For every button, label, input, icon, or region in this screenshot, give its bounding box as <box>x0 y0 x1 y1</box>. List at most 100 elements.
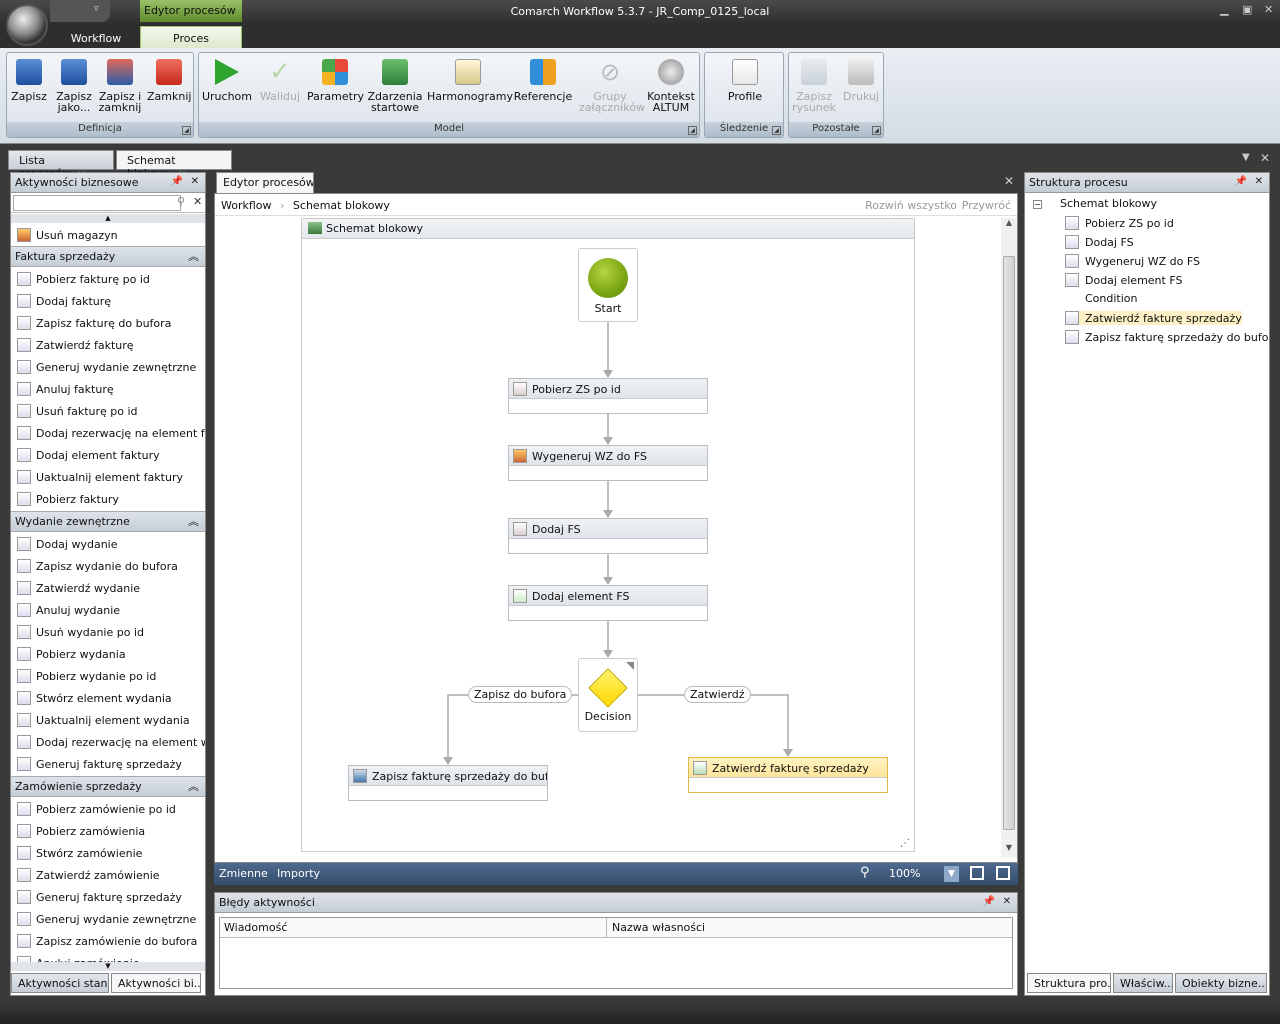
list-item[interactable]: Zapisz zamówienie do bufora <box>17 931 205 951</box>
list-item[interactable]: Pobierz wydania <box>17 644 205 664</box>
list-item[interactable]: Dodaj rezerwację na element wydania <box>17 732 205 752</box>
editor-scrollbar[interactable]: ▲ ▼ <box>1001 218 1017 858</box>
flow-node-zapisz-fakture-bufor[interactable]: Zapisz fakturę sprzedaży do bufora <box>348 765 548 801</box>
editor-tab[interactable]: Edytor procesów <box>216 172 314 193</box>
tree-root[interactable]: − Schemat blokowy <box>1033 197 1157 210</box>
minimize-icon[interactable]: ▁ <box>1220 3 1228 16</box>
branch-label-right[interactable]: Zatwierdź <box>684 686 751 703</box>
flow-node-dodaj-fs[interactable]: Dodaj FS <box>508 518 708 554</box>
category-header[interactable]: Wydanie zewnętrzne ︽ <box>11 511 205 532</box>
list-item[interactable]: Usuń magazyn <box>17 225 205 245</box>
tab-properties[interactable]: Właściw... <box>1113 973 1173 993</box>
tree-item[interactable]: Zapisz fakturę sprzedaży do bufora <box>1065 330 1269 344</box>
list-item[interactable]: Zapisz wydanie do bufora <box>17 556 205 576</box>
pin-icon[interactable]: 📌 <box>1235 176 1247 187</box>
collapse-category-icon[interactable]: ︽ <box>188 778 199 794</box>
imports-button[interactable]: Importy <box>277 867 320 880</box>
close-icon[interactable]: ✕ <box>1255 176 1263 187</box>
list-item[interactable]: Uaktualnij element wydania <box>17 710 205 730</box>
maximize-icon[interactable]: ▣ <box>1242 3 1252 16</box>
save-close-button[interactable]: Zapisz i zamknij <box>97 59 143 113</box>
list-item[interactable]: Generuj fakturę sprzedaży <box>17 887 205 907</box>
list-item[interactable]: Anuluj fakturę <box>17 379 205 399</box>
save-as-button[interactable]: Zapisz jako... <box>53 59 95 113</box>
pin-icon[interactable]: 📌 <box>983 896 995 907</box>
list-item[interactable]: Generuj wydanie zewnętrzne <box>17 357 205 377</box>
parameters-button[interactable]: Parametry <box>307 59 364 102</box>
scroll-up-icon[interactable]: ▲ <box>1001 218 1017 227</box>
pin-icon[interactable]: 📌 <box>171 176 183 187</box>
list-item[interactable]: Zatwierdź zamówienie <box>17 865 205 885</box>
save-button[interactable]: Zapisz <box>9 59 49 102</box>
list-item[interactable]: Zatwierdź wydanie <box>17 578 205 598</box>
tree-item[interactable]: Dodaj FS <box>1065 235 1134 249</box>
doc-tab-lista-procesow[interactable]: Lista procesów✕ <box>8 150 114 180</box>
list-item[interactable]: Pobierz wydanie po id <box>17 666 205 686</box>
list-item[interactable]: Pobierz faktury <box>17 489 205 509</box>
collapse-category-icon[interactable]: ︽ <box>188 248 199 264</box>
category-header[interactable]: Faktura sprzedaży ︽ <box>11 246 205 267</box>
close-window-icon[interactable]: ✕ <box>1264 3 1273 16</box>
start-node[interactable]: Start <box>578 248 638 322</box>
list-item[interactable]: Pobierz zamówienie po id <box>17 799 205 819</box>
list-item[interactable]: Stwórz element wydania <box>17 688 205 708</box>
list-item[interactable]: Anuluj wydanie <box>17 600 205 620</box>
branch-label-left[interactable]: Zapisz do bufora <box>468 686 573 703</box>
zoom-dropdown-icon[interactable]: ▼ <box>944 866 959 882</box>
overview-icon[interactable] <box>996 866 1010 880</box>
references-button[interactable]: Referencje <box>511 59 575 102</box>
group-launcher-icon[interactable]: ◢ <box>872 126 881 135</box>
tab-list-dropdown-icon[interactable]: ▼ <box>1242 152 1250 163</box>
group-launcher-icon[interactable]: ◢ <box>772 126 781 135</box>
altum-context-button[interactable]: Kontekst ALTUM <box>643 59 699 113</box>
list-item[interactable]: Dodaj fakturę <box>17 291 205 311</box>
fit-to-screen-icon[interactable] <box>970 866 984 880</box>
search-input[interactable] <box>13 195 181 211</box>
list-item[interactable]: Uaktualnij element faktury <box>17 467 205 487</box>
flow-node-pobierz-zs[interactable]: Pobierz ZS po id <box>508 378 708 414</box>
flow-node-wygeneruj-wz[interactable]: Wygeneruj WZ do FS <box>508 445 708 481</box>
list-item[interactable]: Generuj fakturę sprzedaży <box>17 754 205 774</box>
schedules-button[interactable]: Harmonogramy <box>427 59 513 102</box>
run-button[interactable]: Uruchom <box>201 59 253 102</box>
zoom-icon[interactable]: ⚲ <box>860 865 870 880</box>
list-item[interactable]: Dodaj wydanie <box>17 534 205 554</box>
column-message[interactable]: Wiadomość <box>224 921 287 934</box>
tree-item[interactable]: Condition <box>1065 292 1138 305</box>
close-icon[interactable]: ✕ <box>191 176 199 187</box>
list-item[interactable]: Zatwierdź fakturę <box>17 335 205 355</box>
list-item[interactable]: Pobierz fakturę po id <box>17 269 205 289</box>
column-property-name[interactable]: Nazwa własności <box>612 921 705 934</box>
ribbon-tab-workflow[interactable]: Workflow <box>54 28 138 48</box>
doc-tab-schemat-blokowy[interactable]: Schemat blokowy✕ <box>116 150 232 180</box>
list-item[interactable]: Dodaj element faktury <box>17 445 205 465</box>
list-item[interactable]: Pobierz zamówienia <box>17 821 205 841</box>
close-icon[interactable]: ✕ <box>1003 896 1011 907</box>
group-launcher-icon[interactable]: ◢ <box>182 126 191 135</box>
flow-node-dodaj-element-fs[interactable]: Dodaj element FS <box>508 585 708 621</box>
collapse-category-icon[interactable]: ︽ <box>188 513 199 529</box>
tab-business-activities[interactable]: Aktywności bi... <box>111 973 201 993</box>
list-item[interactable]: Generuj wydanie zewnętrzne <box>17 909 205 929</box>
scroll-thumb[interactable] <box>1003 256 1015 830</box>
tab-process-structure[interactable]: Struktura pro... <box>1027 973 1111 993</box>
start-events-button[interactable]: Zdarzenia startowe <box>365 59 425 113</box>
close-button[interactable]: Zamknij <box>147 59 191 102</box>
list-item[interactable]: Stwórz zamówienie <box>17 843 205 863</box>
tree-item[interactable]: Wygeneruj WZ do FS <box>1065 254 1200 268</box>
tab-standard-activities[interactable]: Aktywności stan... <box>11 973 109 993</box>
group-launcher-icon[interactable]: ◢ <box>688 126 697 135</box>
scroll-down-icon[interactable]: ▼ <box>11 962 205 971</box>
list-item[interactable]: Zapisz fakturę do bufora <box>17 313 205 333</box>
clear-search-icon[interactable]: ✕ <box>193 195 202 208</box>
list-item[interactable]: Dodaj rezerwację na element faktury <box>17 423 205 443</box>
tree-item[interactable]: Zatwierdź fakturę sprzedaży <box>1065 311 1242 325</box>
list-item[interactable]: Usuń fakturę po id <box>17 401 205 421</box>
tree-item[interactable]: Pobierz ZS po id <box>1065 216 1174 230</box>
tree-item[interactable]: Dodaj element FS <box>1065 273 1182 287</box>
collapse-icon[interactable]: − <box>1033 200 1042 209</box>
category-header[interactable]: Zamówienie sprzedaży ︽ <box>11 776 205 797</box>
scroll-up-icon[interactable]: ▲ <box>11 214 205 223</box>
ribbon-tab-proces[interactable]: Proces <box>140 26 242 48</box>
list-item[interactable]: Usuń wydanie po id <box>17 622 205 642</box>
